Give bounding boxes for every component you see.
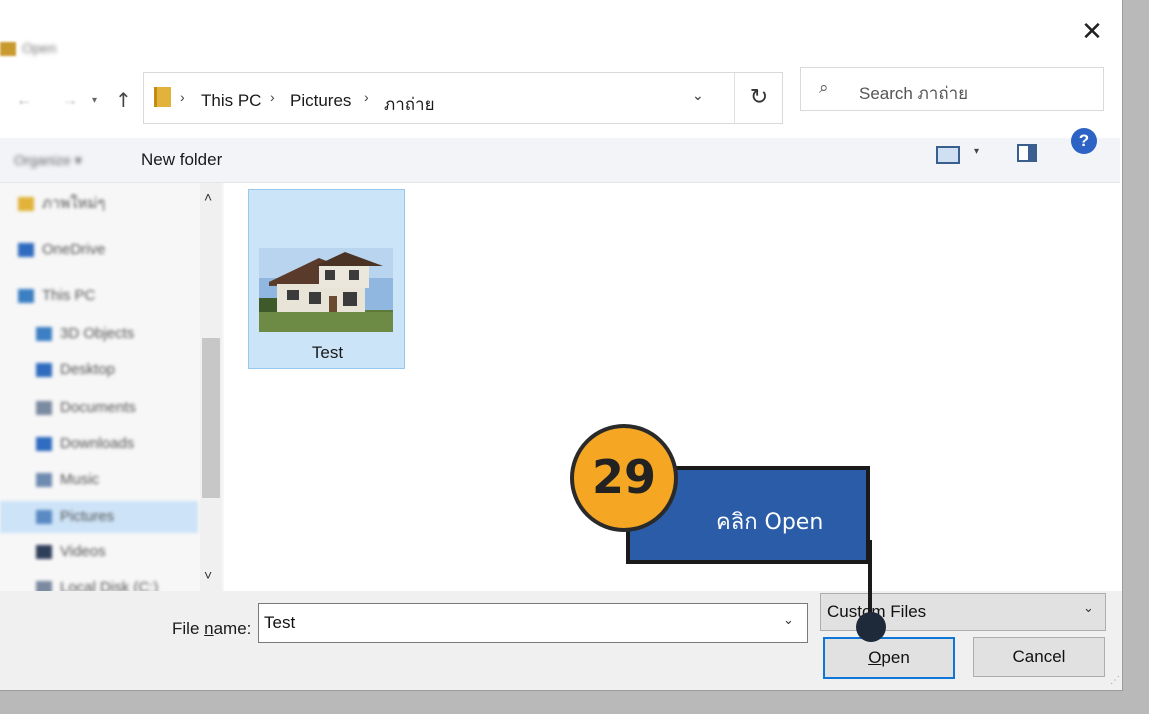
cloud-icon <box>18 243 34 258</box>
close-button[interactable]: ✕ <box>1074 16 1110 48</box>
new-folder-button[interactable]: New folder <box>141 150 222 170</box>
folder-icon <box>18 197 34 212</box>
view-options-arrow-icon[interactable]: ▾ <box>974 146 979 157</box>
app-icon <box>0 42 16 56</box>
nav-item-videos[interactable]: Videos <box>36 543 224 571</box>
nav-item-label: Pictures <box>60 508 115 525</box>
breadcrumb-current-folder[interactable]: ภาถ่าย <box>384 91 435 118</box>
video-icon <box>36 545 52 560</box>
organize-button[interactable]: Organize ▾ <box>14 152 82 169</box>
nav-item-label: Documents <box>60 399 136 416</box>
nav-item-pictures[interactable]: Pictures <box>0 501 198 533</box>
navigation-pane: ภาพใหม่ๆ OneDrive This PC 3D Objects Des… <box>0 183 224 591</box>
search-placeholder: Search ภาถ่าย <box>859 84 969 103</box>
dialog-footer: File name: Test ⌄ Custom Files ⌄ Open Ca… <box>0 591 1122 690</box>
nav-item-3d-objects[interactable]: 3D Objects <box>36 325 224 353</box>
nav-item-label: This PC <box>42 287 96 304</box>
title-bar: Open ✕ <box>0 0 1122 62</box>
nav-item-downloads[interactable]: Downloads <box>36 435 224 463</box>
nav-item-label: Videos <box>60 543 106 560</box>
open-label: pen <box>881 648 910 667</box>
file-name-label: Test <box>311 343 344 362</box>
help-icon[interactable]: ? <box>1071 128 1097 154</box>
label-part: ame: <box>213 619 252 638</box>
back-button[interactable]: ← <box>16 92 32 110</box>
nav-item-desktop[interactable]: Desktop <box>36 361 224 389</box>
window-title: Open <box>22 40 57 56</box>
nav-item-label: Music <box>60 471 100 488</box>
chevron-down-icon[interactable]: ⌄ <box>1083 600 1094 616</box>
disk-icon <box>36 581 52 591</box>
scroll-up-icon[interactable]: ˄ <box>204 189 212 205</box>
callout-text: คลิก Open <box>716 510 824 535</box>
download-icon <box>36 437 52 452</box>
file-item[interactable]: Test <box>248 189 405 369</box>
nav-item-music[interactable]: Music <box>36 471 224 499</box>
label-part: File <box>172 619 205 638</box>
refresh-icon[interactable]: ↻ <box>734 73 783 123</box>
breadcrumb-pictures[interactable]: Pictures <box>290 91 351 111</box>
change-view-icon[interactable] <box>936 146 960 164</box>
scroll-thumb[interactable] <box>202 338 220 498</box>
open-file-dialog: Open ✕ ← → ▾ ↑ › This PC › Pictures › ภา… <box>0 0 1123 691</box>
recent-locations-button[interactable]: ▾ <box>92 95 97 106</box>
cube-icon <box>36 327 52 342</box>
nav-item-label: 3D Objects <box>60 325 135 342</box>
image-thumbnail <box>259 248 393 332</box>
address-dropdown-icon[interactable]: ⌄ <box>692 87 704 104</box>
desktop-icon <box>36 363 52 378</box>
preview-pane-icon[interactable] <box>1017 144 1037 162</box>
nav-item-label: Desktop <box>60 361 116 378</box>
computer-icon <box>18 289 34 304</box>
file-name-input[interactable]: Test ⌄ <box>258 603 808 643</box>
label-accelerator: n <box>204 619 214 638</box>
open-button[interactable]: Open <box>823 637 955 679</box>
callout-pointer-dot <box>856 612 886 642</box>
nav-scrollbar[interactable]: ˄ ˅ <box>200 183 222 591</box>
search-icon: ⌕ <box>819 78 829 98</box>
documents-icon <box>36 401 52 416</box>
nav-item-this-pc[interactable]: This PC <box>18 287 208 315</box>
breadcrumb-separator[interactable]: › <box>364 89 369 105</box>
nav-item-folder[interactable]: ภาพใหม่ๆ <box>18 191 208 219</box>
cancel-button[interactable]: Cancel <box>973 637 1105 677</box>
nav-item-label: ภาพใหม่ๆ <box>42 195 106 212</box>
file-name-value[interactable]: Test <box>264 613 295 633</box>
forward-button[interactable]: → <box>62 92 78 110</box>
pictures-icon <box>36 510 52 525</box>
nav-item-label: Local Disk (C:) <box>60 579 159 591</box>
breadcrumb-separator[interactable]: › <box>270 89 275 105</box>
step-number-badge: 29 <box>570 424 678 532</box>
toolbar: Organize ▾ New folder ▾ ? <box>0 128 1120 183</box>
breadcrumb-separator[interactable]: › <box>180 89 185 105</box>
nav-item-local-disk[interactable]: Local Disk (C:) <box>36 579 224 591</box>
open-accelerator: O <box>868 648 882 667</box>
resize-grip-icon[interactable]: ⋰ <box>1110 675 1120 686</box>
nav-item-label: OneDrive <box>42 241 106 258</box>
file-name-label: File name: <box>172 619 251 639</box>
nav-item-label: Downloads <box>60 435 135 452</box>
up-button[interactable]: ↑ <box>115 88 132 112</box>
file-name-dropdown-icon[interactable]: ⌄ <box>783 612 794 628</box>
folder-icon <box>154 87 171 107</box>
breadcrumb-this-pc[interactable]: This PC <box>201 91 261 111</box>
music-icon <box>36 473 52 488</box>
nav-item-documents[interactable]: Documents <box>36 399 224 427</box>
scroll-down-icon[interactable]: ˅ <box>204 567 212 583</box>
nav-item-onedrive[interactable]: OneDrive <box>18 241 208 269</box>
search-input[interactable]: ⌕ Search ภาถ่าย <box>800 67 1104 111</box>
address-bar[interactable]: › This PC › Pictures › ภาถ่าย ⌄ ↻ <box>143 72 783 124</box>
